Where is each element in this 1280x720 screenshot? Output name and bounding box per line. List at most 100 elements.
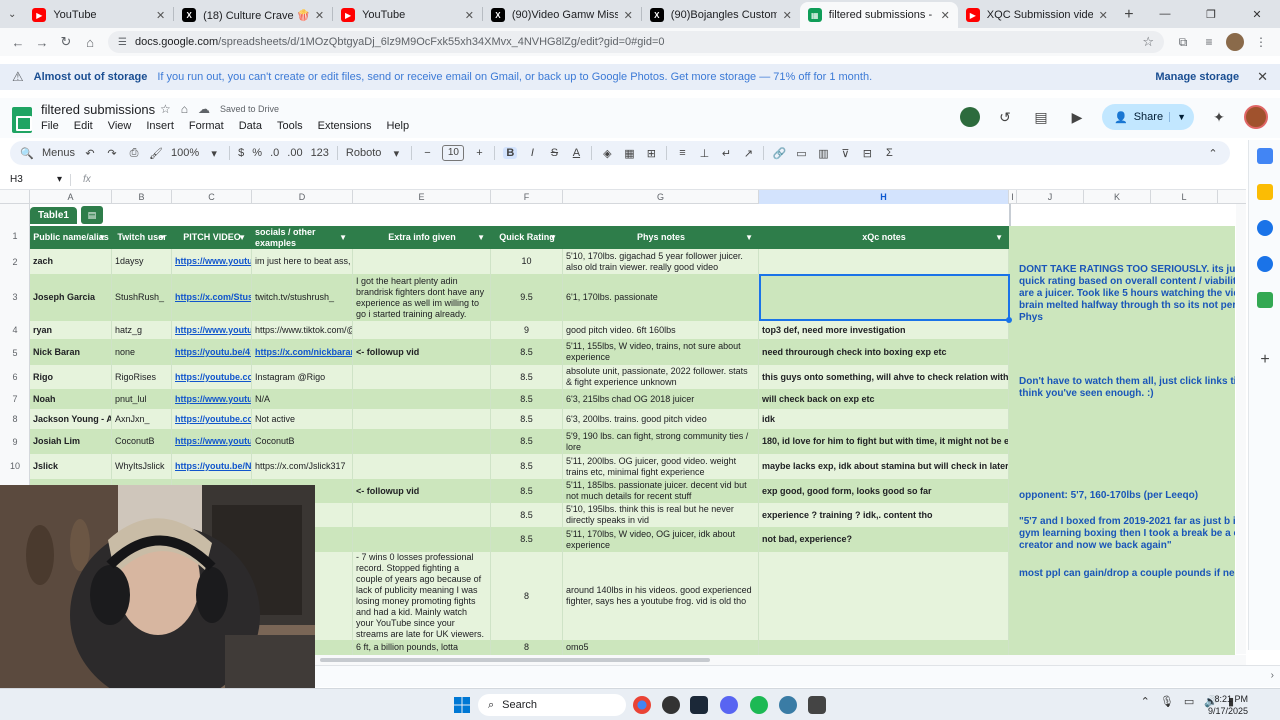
cell-rating[interactable]: 9.5 bbox=[491, 274, 563, 321]
cell-phys[interactable]: good pitch video. 6ft 160lbs bbox=[563, 321, 759, 339]
cell-xqc[interactable]: experience ? training ? idk,. content th… bbox=[759, 503, 1009, 527]
cell-twitch[interactable]: StushRush_ bbox=[112, 274, 172, 321]
row-header[interactable]: 8 bbox=[0, 414, 30, 424]
scrollbar-thumb[interactable] bbox=[320, 658, 710, 662]
vertical-align-icon[interactable]: ⊥ bbox=[697, 147, 711, 160]
menu-view[interactable]: View bbox=[108, 120, 132, 132]
fill-color-icon[interactable]: ◈ bbox=[600, 147, 614, 160]
header-cell[interactable]: Public name/alias ▼ bbox=[30, 226, 112, 249]
column-header-i[interactable]: I bbox=[1009, 190, 1017, 204]
cell-extra[interactable] bbox=[353, 429, 491, 454]
cell-extra[interactable] bbox=[353, 389, 491, 409]
cell-xqc[interactable]: exp good, good form, looks good so far bbox=[759, 479, 1009, 503]
close-window-icon[interactable]: ✕ bbox=[1234, 0, 1280, 28]
profile-button[interactable] bbox=[1222, 30, 1248, 54]
chevron-down-icon[interactable]: ▾ bbox=[57, 174, 62, 185]
cell-phys[interactable]: 5'11, 185lbs. passionate juicer. decent … bbox=[563, 479, 759, 503]
cell-rating[interactable]: 8.5 bbox=[491, 503, 563, 527]
column-header-e[interactable]: E bbox=[353, 190, 491, 204]
menu-extensions[interactable]: Extensions bbox=[318, 120, 372, 132]
reload-icon[interactable]: ↻ bbox=[54, 30, 78, 54]
cell-phys[interactable]: 5'11, 170lbs, W video, OG juicer, idk ab… bbox=[563, 527, 759, 552]
header-cell[interactable]: PITCH VIDEO ▼ bbox=[172, 226, 252, 249]
insert-chart-icon[interactable]: ▥ bbox=[816, 147, 830, 160]
site-info-icon[interactable]: ☰ bbox=[118, 37, 127, 48]
sheets-logo-icon[interactable] bbox=[12, 107, 32, 133]
browser-tab[interactable]: ▶ YouTube ✕ bbox=[333, 2, 482, 28]
browser-tab[interactable]: ▶ YouTube ✕ bbox=[24, 2, 173, 28]
close-tab-icon[interactable]: ✕ bbox=[156, 9, 165, 22]
cell-phys[interactable]: 5'10, 195lbs. think this is real but he … bbox=[563, 503, 759, 527]
cell-rating[interactable]: 8.5 bbox=[491, 527, 563, 552]
share-button[interactable]: 👤 Share ▼ bbox=[1102, 104, 1194, 130]
cell-socials[interactable]: im just here to beat ass, i d bbox=[252, 249, 353, 274]
calendar-icon[interactable] bbox=[1257, 148, 1273, 164]
cell-xqc[interactable] bbox=[759, 249, 1009, 274]
cell-name[interactable]: Jackson Young - A bbox=[30, 409, 112, 429]
cell-extra[interactable] bbox=[353, 249, 491, 274]
currency-format-button[interactable]: $ bbox=[238, 147, 244, 159]
calculator-icon[interactable] bbox=[808, 696, 826, 714]
text-color-icon[interactable]: A bbox=[569, 147, 583, 159]
borders-icon[interactable]: ▦ bbox=[622, 147, 636, 160]
text-rotation-icon[interactable]: ↗ bbox=[741, 147, 755, 160]
cell-extra[interactable]: - 7 wins 0 losses professional record. S… bbox=[353, 552, 491, 640]
cell-extra[interactable]: 6 ft, a billion pounds, lotta bbox=[353, 640, 491, 655]
cell-phys[interactable]: 6'1, 170lbs. passionate bbox=[563, 274, 759, 321]
star-icon[interactable]: ☆ bbox=[160, 102, 171, 116]
cell-rating[interactable]: 8.5 bbox=[491, 365, 563, 389]
chevron-down-icon[interactable]: ▼ bbox=[477, 232, 485, 243]
insert-link-icon[interactable]: 🔗 bbox=[772, 147, 787, 160]
cell-extra[interactable] bbox=[353, 321, 491, 339]
menu-insert[interactable]: Insert bbox=[146, 120, 174, 132]
zoom-select[interactable]: 100% bbox=[171, 147, 199, 159]
cell-phys[interactable]: 6'3, 200lbs. trains. good pitch video bbox=[563, 409, 759, 429]
cell-xqc[interactable]: top3 def, need more investigation bbox=[759, 321, 1009, 339]
chevron-down-icon[interactable]: ▾ bbox=[207, 147, 221, 160]
bookmark-star-icon[interactable]: ☆ bbox=[1142, 34, 1154, 50]
cell-rating[interactable]: 8 bbox=[491, 552, 563, 640]
weight-note[interactable]: most ppl can gain/drop a couple pounds i… bbox=[1019, 568, 1235, 580]
home-icon[interactable]: ⌂ bbox=[78, 30, 102, 54]
cell-extra[interactable]: I got the heart plenty adin brandrisk fi… bbox=[353, 274, 491, 321]
menu-data[interactable]: Data bbox=[239, 120, 262, 132]
minimize-icon[interactable]: — bbox=[1142, 0, 1188, 28]
cell-xqc[interactable]: maybe lacks exp, idk about stamina but w… bbox=[759, 454, 1009, 479]
opponent-quote-note[interactable]: "5'7 and I boxed from 2019-2021 far as j… bbox=[1019, 516, 1235, 552]
functions-icon[interactable]: Σ bbox=[882, 147, 896, 159]
column-header-h[interactable]: H bbox=[759, 190, 1009, 204]
decrease-decimal-button[interactable]: .0 bbox=[270, 147, 279, 159]
menu-help[interactable]: Help bbox=[386, 120, 409, 132]
font-select[interactable]: Roboto bbox=[346, 147, 381, 159]
cell-pitch[interactable]: https://youtube.co bbox=[172, 365, 252, 389]
cell-twitch[interactable]: hatz_g bbox=[112, 321, 172, 339]
paint-format-icon[interactable]: 🖌 bbox=[149, 147, 163, 160]
forward-icon[interactable]: → bbox=[30, 30, 54, 54]
chrome-icon[interactable] bbox=[633, 696, 651, 714]
row-header[interactable]: 3 bbox=[0, 292, 30, 302]
watch-links-note[interactable]: Don't have to watch them all, just click… bbox=[1019, 376, 1235, 400]
add-addon-icon[interactable]: + bbox=[1257, 352, 1273, 368]
vertical-scrollbar[interactable] bbox=[1236, 204, 1246, 654]
horizontal-align-icon[interactable]: ≡ bbox=[675, 147, 689, 159]
table-options-icon[interactable]: ▤ bbox=[80, 206, 103, 224]
cell-socials[interactable]: https://www.tiktok.com/@j bbox=[252, 321, 353, 339]
cell-twitch[interactable]: WhyItsJslick bbox=[112, 454, 172, 479]
cell-rating[interactable]: 8.5 bbox=[491, 389, 563, 409]
cell-pitch[interactable]: https://www.youtul bbox=[172, 429, 252, 454]
merge-cells-icon[interactable]: ⊞ bbox=[644, 147, 658, 160]
row-header[interactable]: 10 bbox=[0, 461, 30, 471]
cell-extra[interactable] bbox=[353, 503, 491, 527]
ratings-disclaimer-note[interactable]: DONT TAKE RATINGS TOO SERIOUSLY. its jus… bbox=[1019, 264, 1235, 324]
cell-extra[interactable]: <- followup vid bbox=[353, 339, 491, 365]
cell-rating[interactable]: 8.5 bbox=[491, 409, 563, 429]
discord-icon[interactable] bbox=[720, 696, 738, 714]
cell-name[interactable]: zach bbox=[30, 249, 112, 274]
column-header-a[interactable]: A bbox=[30, 190, 112, 204]
increase-decimal-button[interactable]: .00 bbox=[287, 147, 302, 159]
cell-twitch[interactable]: 1daysy bbox=[112, 249, 172, 274]
cell-socials[interactable]: https://x.com/Jslick317 bbox=[252, 454, 353, 479]
keep-icon[interactable] bbox=[1257, 184, 1273, 200]
name-box[interactable]: H3 ▾ bbox=[0, 174, 70, 185]
filter-icon[interactable]: ⊽ bbox=[838, 147, 852, 160]
